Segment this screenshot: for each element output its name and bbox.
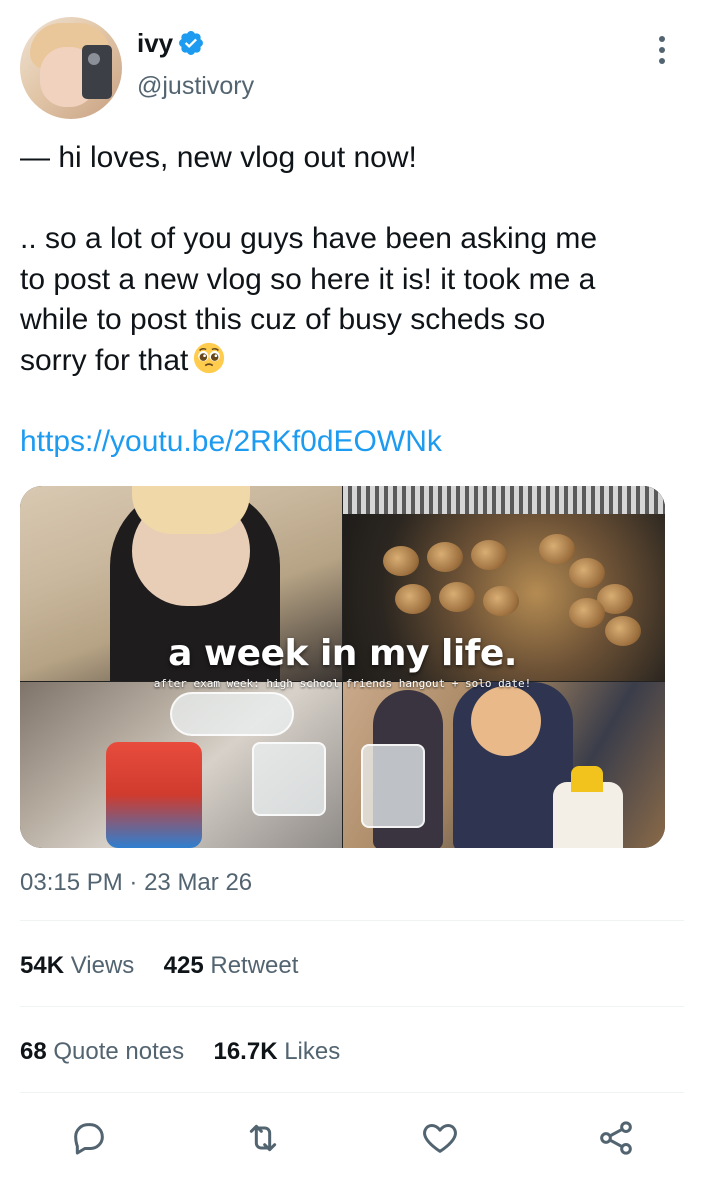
divider <box>20 1092 684 1093</box>
stats-row-views-retweets: 54K Views 425 Retweet <box>20 951 298 981</box>
views-count: 54K <box>20 952 65 979</box>
pleading-face-emoji <box>194 342 225 373</box>
divider <box>20 920 684 921</box>
thumbnail-photo-friends <box>343 682 665 848</box>
likes-label: Likes <box>284 1038 341 1065</box>
stats-row-quotes-likes: 68 Quote notes 16.7K Likes <box>20 1037 340 1067</box>
tweet-line: to post a new vlog so here it is! it too… <box>20 262 596 296</box>
user-handle[interactable]: @justivory <box>137 71 254 101</box>
tweet-line-with-emoji: sorry for that <box>20 341 700 382</box>
likes-stat[interactable]: 16.7K Likes <box>213 1038 340 1065</box>
thumbnail-title: a week in my life. <box>168 633 517 674</box>
more-options-icon[interactable] <box>652 36 672 66</box>
views-stat[interactable]: 54K Views <box>20 952 134 979</box>
thumbnail-photo-table <box>20 682 342 848</box>
quotes-label: Quote notes <box>53 1038 185 1065</box>
like-icon[interactable] <box>420 1118 460 1158</box>
retweets-stat[interactable]: 425 Retweet <box>164 952 299 979</box>
tweet-line: while to post this cuz of busy scheds so <box>20 303 546 336</box>
divider <box>20 1006 684 1007</box>
tweet-timestamp[interactable]: 03:15 PM · 23 Mar 26 <box>20 868 252 898</box>
display-name[interactable]: ivy <box>137 28 173 58</box>
tweet-line: — hi loves, new vlog out now! <box>20 141 417 174</box>
tweet-date: 23 Mar 26 <box>144 869 253 896</box>
views-label: Views <box>70 952 135 979</box>
vlog-thumbnail[interactable]: a week in my life. after exam week: high… <box>20 486 665 848</box>
video-link[interactable]: https://youtu.be/2RKf0dEOWNk <box>20 422 442 462</box>
quotes-stat[interactable]: 68 Quote notes <box>20 1038 184 1065</box>
tweet-line: .. so a lot of you guys have been asking… <box>20 222 598 255</box>
timestamp-separator: · <box>129 869 138 896</box>
tweet-time: 03:15 PM <box>20 869 123 896</box>
avatar[interactable] <box>20 17 122 119</box>
quotes-count: 68 <box>20 1038 47 1065</box>
retweet-icon[interactable] <box>243 1118 283 1158</box>
share-icon[interactable] <box>596 1118 636 1158</box>
verified-badge-icon <box>179 31 203 55</box>
tweet-line: sorry for that <box>20 343 189 377</box>
retweets-label: Retweet <box>210 952 299 979</box>
tweet-text: — hi loves, new vlog out now! .. so a lo… <box>20 138 700 381</box>
retweets-count: 425 <box>163 952 204 979</box>
likes-count: 16.7K <box>213 1038 278 1065</box>
thumbnail-subtitle: after exam week: high school friends han… <box>153 677 532 690</box>
reply-icon[interactable] <box>69 1118 109 1158</box>
tweet-action-bar <box>0 1118 704 1162</box>
